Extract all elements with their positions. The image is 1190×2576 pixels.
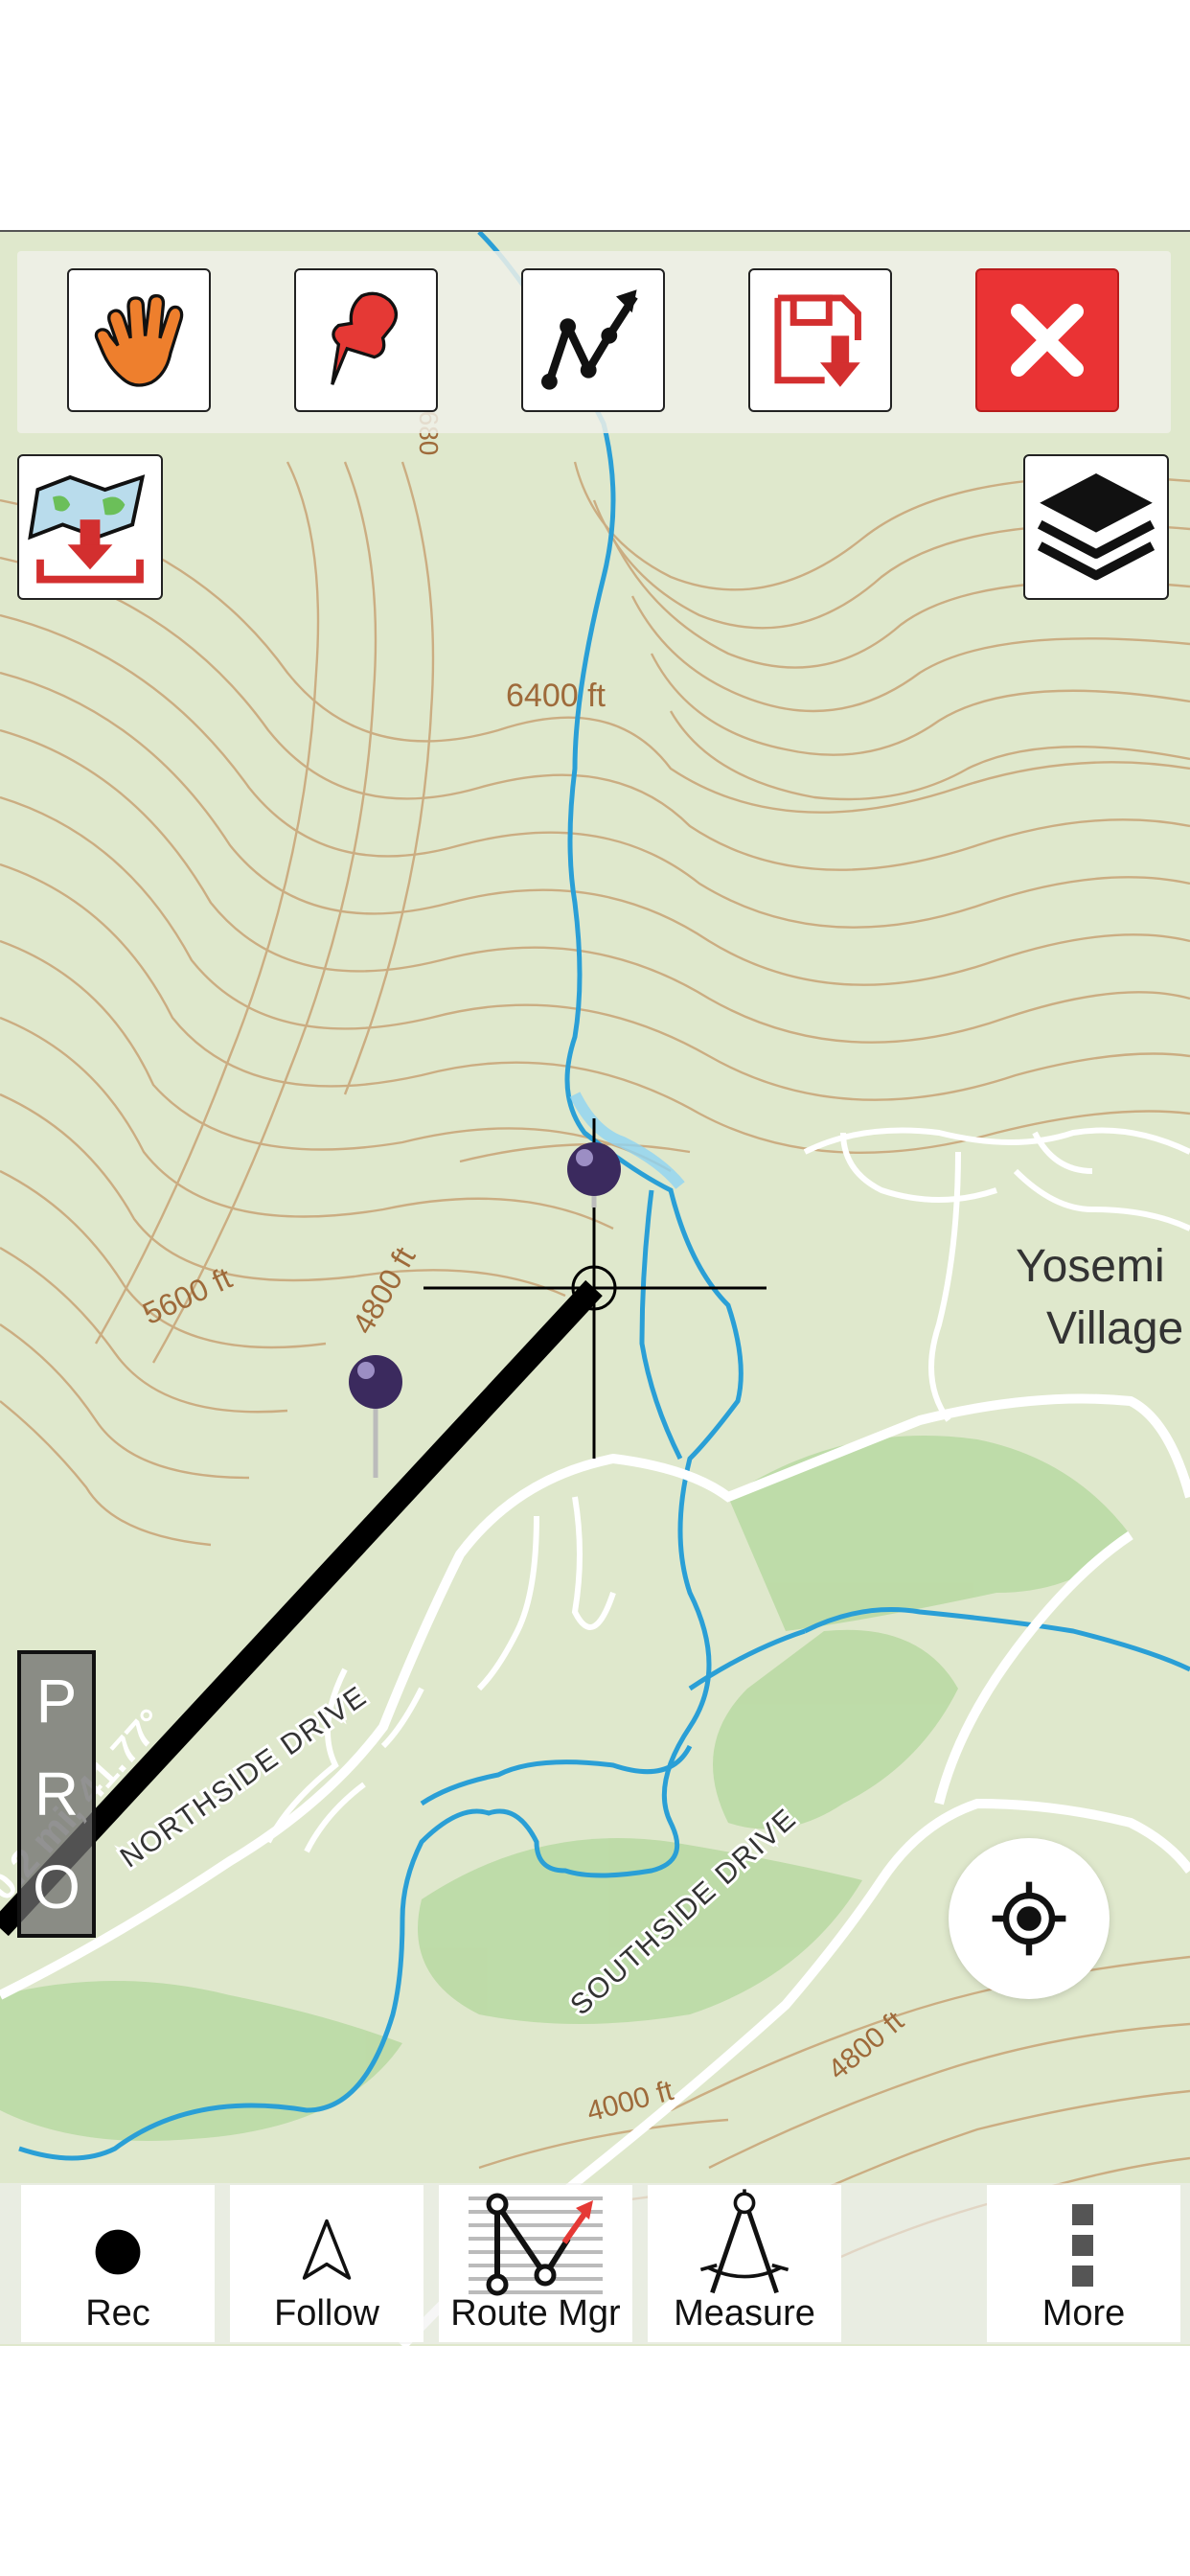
- pan-tool-button[interactable]: [67, 268, 211, 412]
- pro-letter-p: P: [35, 1666, 78, 1736]
- forest-areas: [0, 1436, 1131, 2141]
- route-draw-icon: [541, 289, 638, 390]
- nav-more-label: More: [1041, 2293, 1126, 2334]
- nav-follow[interactable]: Follow: [230, 2185, 423, 2342]
- place-label-line1: Yosemi: [1016, 1241, 1165, 1292]
- crosshair-locate-icon: [992, 1881, 1066, 1956]
- nav-more[interactable]: More: [987, 2185, 1180, 2342]
- contour-label-4800-b: 4800 ft: [822, 2005, 910, 2086]
- record-dot-icon: [95, 2229, 141, 2275]
- nav-measure[interactable]: Measure: [648, 2185, 841, 2342]
- hand-icon: [94, 294, 184, 387]
- place-label-line2: Village: [1046, 1303, 1183, 1354]
- download-map-button[interactable]: [17, 454, 163, 600]
- route-manager-icon: [469, 2193, 603, 2296]
- contour-label-6400: 6400 ft: [506, 678, 606, 714]
- contour-label-5600: 5600 ft: [137, 1260, 237, 1331]
- nav-route-mgr[interactable]: Route Mgr: [439, 2185, 632, 2342]
- contour-label-4000: 4000 ft: [584, 2075, 677, 2128]
- pro-letter-o: O: [33, 1852, 80, 1922]
- layers-button[interactable]: [1023, 454, 1169, 600]
- compass-divider-icon: [699, 2189, 790, 2294]
- layers-icon: [1037, 473, 1156, 581]
- map-pin-1[interactable]: [567, 1142, 621, 1208]
- nav-rec[interactable]: Rec: [21, 2185, 215, 2342]
- route-tool-button[interactable]: [521, 268, 665, 412]
- pro-letter-r: R: [34, 1759, 80, 1828]
- pro-badge[interactable]: P R O: [17, 1650, 96, 1938]
- close-icon: [1011, 304, 1084, 377]
- save-download-icon: [774, 294, 861, 387]
- pushpin-icon: [331, 291, 398, 385]
- close-button[interactable]: [975, 268, 1119, 412]
- navigation-arrow-icon: [302, 2219, 352, 2280]
- save-tool-button[interactable]: [748, 268, 892, 412]
- map-pin-2[interactable]: [349, 1355, 402, 1478]
- locate-me-button[interactable]: [949, 1838, 1110, 1999]
- pin-tool-button[interactable]: [294, 268, 438, 412]
- more-vertical-icon: [1072, 2204, 1093, 2287]
- contour-label-4800-a: 4800 ft: [345, 1241, 422, 1340]
- map-download-icon: [28, 474, 146, 584]
- topo-map[interactable]: 6400 ft 5600 ft 4800 ft 4800 ft 4000 ft …: [0, 230, 1190, 2346]
